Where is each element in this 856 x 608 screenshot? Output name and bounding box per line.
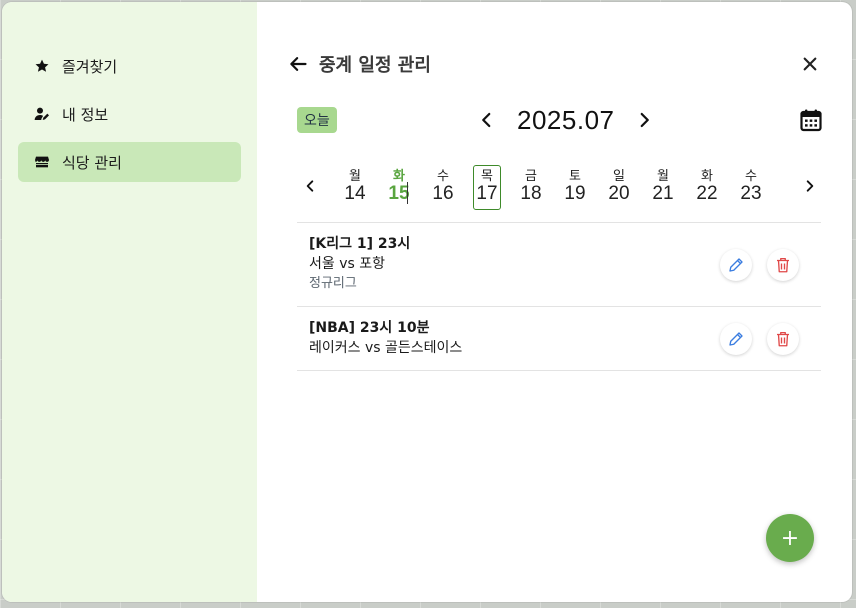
- day-number: 23: [740, 183, 762, 204]
- trash-icon: [777, 331, 789, 346]
- day-of-week: 토: [569, 169, 581, 184]
- days-viewport: 일13 월14 화15 수16 목17 금18 토19 일20 월21 화22 …: [333, 162, 785, 212]
- day-cell[interactable]: 일 20: [597, 162, 641, 208]
- delete-button[interactable]: [767, 322, 799, 355]
- sidebar: 즐겨찾기 내 정보 식당 관리: [2, 2, 257, 602]
- month-row: 오늘 2025.07: [297, 104, 824, 136]
- day-of-week: 월: [349, 169, 361, 184]
- day-cell-today[interactable]: 화 15: [377, 162, 421, 208]
- close-icon[interactable]: [798, 52, 822, 76]
- store-icon: [34, 154, 50, 170]
- day-of-week: 수: [745, 169, 757, 184]
- event-actions: [705, 322, 799, 355]
- pencil-icon: [729, 257, 743, 272]
- day-number: 16: [432, 183, 454, 204]
- schedule-modal: 즐겨찾기 내 정보 식당 관리 중계 일정 관리 오늘 2025.07 월 14…: [2, 2, 852, 602]
- pencil-icon: [729, 331, 743, 346]
- event-list: [K리그 1] 23시 서울 vs 포항 정규리그 [NBA] 23시 10분 …: [297, 222, 821, 371]
- prev-month-chevron-icon[interactable]: [477, 106, 497, 134]
- day-number: 14: [344, 183, 366, 204]
- next-month-chevron-icon[interactable]: [634, 106, 654, 134]
- event-actions: [705, 248, 799, 281]
- day-number: 20: [608, 183, 630, 204]
- day-of-week: 화: [393, 169, 405, 184]
- day-cell[interactable]: 화 22: [685, 162, 729, 208]
- back-arrow-icon[interactable]: [287, 53, 309, 75]
- text-caret: [407, 182, 408, 204]
- header: 중계 일정 관리: [287, 52, 822, 76]
- edit-button[interactable]: [720, 248, 752, 281]
- day-cell[interactable]: 수 16: [421, 162, 465, 208]
- page-title: 중계 일정 관리: [319, 55, 431, 76]
- add-schedule-button[interactable]: +: [766, 514, 814, 562]
- sidebar-item-restaurant-management[interactable]: 식당 관리: [18, 142, 241, 182]
- day-number: 22: [696, 183, 718, 204]
- star-icon: [34, 58, 50, 74]
- day-number: 18: [520, 183, 542, 204]
- day-cell[interactable]: 월 21: [641, 162, 685, 208]
- delete-button[interactable]: [767, 248, 799, 281]
- edit-button[interactable]: [720, 322, 752, 355]
- month-nav: 2025.07: [477, 104, 654, 136]
- list-item: [NBA] 23시 10분 레이커스 vs 골든스테이스: [297, 307, 821, 371]
- day-cell[interactable]: 월 14: [333, 162, 377, 208]
- selected-day-outline: [473, 165, 501, 210]
- sidebar-item-my-info[interactable]: 내 정보: [18, 94, 241, 134]
- day-of-week: 월: [657, 169, 669, 184]
- month-label: 2025.07: [517, 104, 615, 135]
- main-panel: 중계 일정 관리 오늘 2025.07 월 14 화 15 수 16 목 17 …: [257, 2, 852, 602]
- day-cell[interactable]: 토 19: [553, 162, 597, 208]
- day-cell-selected[interactable]: 목 17: [465, 162, 509, 210]
- today-button[interactable]: 오늘: [297, 107, 337, 133]
- sidebar-item-label: 즐겨찾기: [62, 57, 118, 76]
- day-of-week: 금: [525, 169, 537, 184]
- day-number: 19: [564, 183, 586, 204]
- week-strip: 일13 월14 화15 수16 목17 금18 토19 일20 월21 화22 …: [297, 162, 821, 212]
- sidebar-item-label: 내 정보: [62, 105, 109, 124]
- user-edit-icon: [34, 106, 50, 122]
- day-cell[interactable]: 수 23: [729, 162, 773, 208]
- days-track: 일13 월14 화15 수16 목17 금18 토19 일20 월21 화22 …: [333, 162, 773, 210]
- sidebar-item-favorites[interactable]: 즐겨찾기: [18, 46, 241, 86]
- day-of-week: 수: [437, 169, 449, 184]
- day-of-week: 화: [701, 169, 713, 184]
- trash-icon: [777, 257, 789, 272]
- prev-week-chevron-icon[interactable]: [299, 174, 321, 198]
- sidebar-item-label: 식당 관리: [62, 153, 122, 172]
- day-of-week: 일: [613, 169, 625, 184]
- day-cell[interactable]: 금 18: [509, 162, 553, 208]
- list-item: [K리그 1] 23시 서울 vs 포항 정규리그: [297, 223, 821, 307]
- day-number: 21: [652, 183, 674, 204]
- next-week-chevron-icon[interactable]: [799, 174, 821, 198]
- calendar-icon[interactable]: [798, 106, 824, 134]
